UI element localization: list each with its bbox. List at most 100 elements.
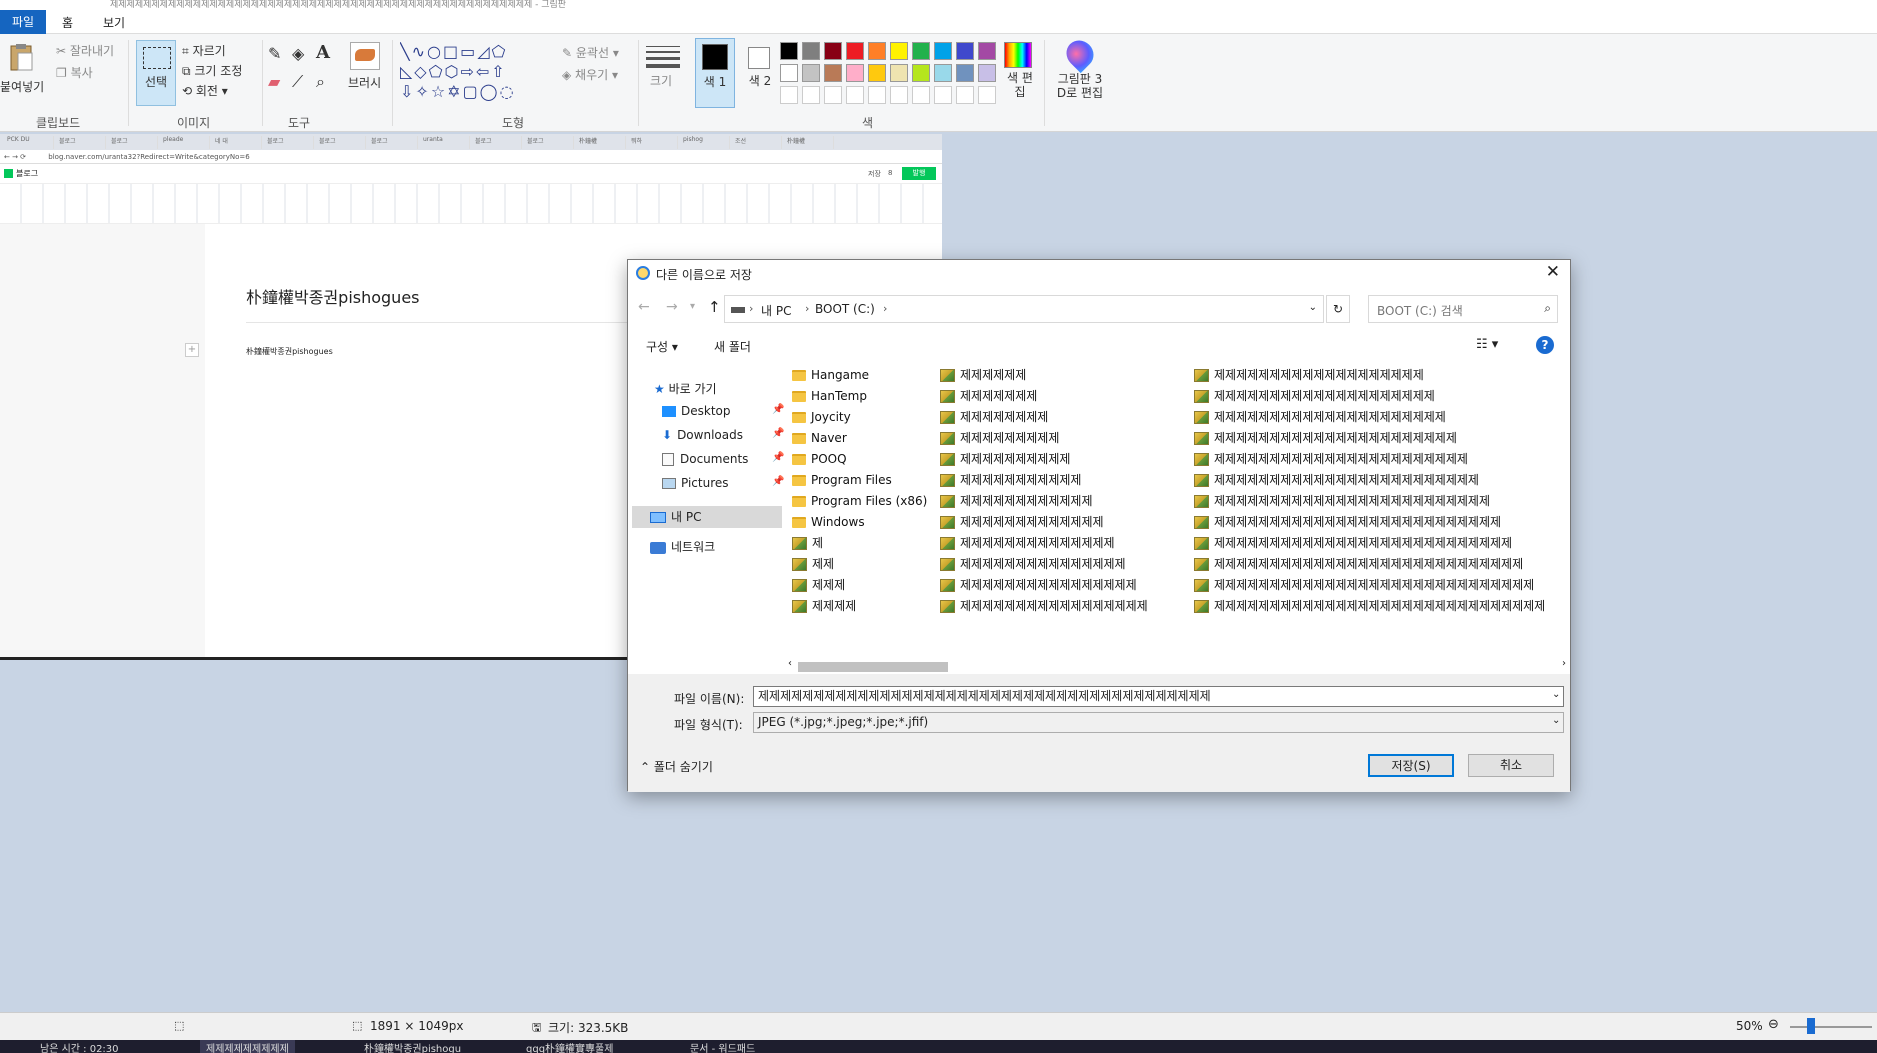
custom-color-swatch[interactable] bbox=[978, 86, 996, 104]
crop-button[interactable]: ⌗ 자르기 bbox=[182, 42, 226, 59]
color-swatch[interactable] bbox=[868, 42, 886, 60]
zoom-out-icon[interactable]: ⊖ bbox=[1768, 1017, 1779, 1032]
color-swatch[interactable] bbox=[780, 64, 798, 82]
nav-downloads[interactable]: ⬇ Downloads 📌 bbox=[662, 428, 784, 442]
taskbar-item-browser[interactable]: 朴鐘權박종권pishogu bbox=[364, 1040, 461, 1053]
filetype-dropdown-icon[interactable]: ⌄ bbox=[1552, 715, 1560, 726]
outline-button[interactable]: ✎ 윤곽선 ▾ bbox=[562, 44, 619, 61]
taskbar-item-wordpad[interactable]: 문서 - 워드패드 bbox=[690, 1040, 755, 1053]
color-swatch[interactable] bbox=[956, 64, 974, 82]
paste-button[interactable] bbox=[6, 42, 36, 75]
folder-item[interactable]: Windows bbox=[792, 513, 865, 531]
menu-file[interactable]: 파일 bbox=[0, 10, 46, 34]
image-file-item[interactable]: 제제제제제제제제제제제제제제제 bbox=[940, 555, 1126, 573]
custom-color-swatch[interactable] bbox=[912, 86, 930, 104]
color-swatch[interactable] bbox=[978, 64, 996, 82]
color-swatch[interactable] bbox=[912, 42, 930, 60]
image-file-item[interactable]: 제제 bbox=[792, 555, 834, 573]
eraser-icon[interactable]: ▰ bbox=[268, 72, 280, 91]
scroll-right-icon[interactable]: › bbox=[1562, 658, 1566, 669]
copy-button[interactable]: ❐ 복사 bbox=[56, 64, 93, 81]
taskbar-item-timer[interactable]: 남은 시간 : 02:30 bbox=[40, 1040, 119, 1053]
filetype-select[interactable]: JPEG (*.jpg;*.jpeg;*.jpe;*.jfif) bbox=[753, 712, 1564, 733]
color-swatch[interactable] bbox=[868, 64, 886, 82]
image-file-item[interactable]: 제제제제제제제제제제제 bbox=[940, 471, 1081, 489]
color1-button[interactable]: 색 1 bbox=[695, 38, 735, 108]
filename-input[interactable]: 제제제제제제제제제제제제제제제제제제제제제제제제제제제제제제제제제제제제제제제제… bbox=[753, 686, 1564, 707]
view-options-icon[interactable]: ☷ ▾ bbox=[1476, 337, 1498, 352]
edit-colors-button[interactable]: 색 편집 bbox=[1004, 42, 1036, 99]
color-swatch[interactable] bbox=[824, 64, 842, 82]
image-file-item[interactable]: 제제제제제제제제제제제제제제제제제제제제제제 bbox=[1194, 429, 1457, 447]
image-file-item[interactable]: 제제제제제제제제제제제제제제제제 bbox=[940, 576, 1137, 594]
taskbar-item-paint[interactable]: 제제제제제제제제제 bbox=[200, 1040, 295, 1053]
folder-item[interactable]: Hangame bbox=[792, 366, 869, 384]
custom-color-swatch[interactable] bbox=[868, 86, 886, 104]
folder-item[interactable]: Program Files (x86) bbox=[792, 492, 927, 510]
search-box[interactable]: BOOT (C:) 검색 ⌕ bbox=[1368, 295, 1558, 323]
image-file-item[interactable]: 제 bbox=[792, 534, 823, 552]
color-swatch[interactable] bbox=[802, 42, 820, 60]
folder-item[interactable]: Joycity bbox=[792, 408, 851, 426]
image-file-item[interactable]: 제제제 bbox=[792, 576, 845, 594]
image-file-item[interactable]: 제제제제 bbox=[792, 597, 856, 614]
folder-item[interactable]: Naver bbox=[792, 429, 847, 447]
image-file-item[interactable]: 제제제제제제제제제제제제제제제제제제제제제제제제제제제 bbox=[1194, 534, 1512, 552]
image-file-item[interactable]: 제제제제제제 bbox=[940, 366, 1026, 384]
horizontal-scrollbar[interactable]: ‹ › bbox=[788, 658, 1566, 674]
fill-button[interactable]: ◈ 채우기 ▾ bbox=[562, 66, 618, 83]
image-file-item[interactable]: 제제제제제제제제제 bbox=[940, 429, 1059, 447]
scroll-thumb[interactable] bbox=[798, 662, 948, 672]
brushes-button[interactable]: 브러시 bbox=[348, 42, 381, 91]
color-picker-icon[interactable]: ⟋ bbox=[292, 72, 303, 92]
forward-arrow-icon[interactable]: → bbox=[666, 299, 678, 315]
nav-pictures[interactable]: Pictures 📌 bbox=[662, 476, 784, 490]
image-file-item[interactable]: 제제제제제제제제제제제제제제제제제제제제제제제제제제제제 bbox=[1194, 555, 1523, 573]
shapes-gallery[interactable]: ╲∿○□▭◿⬠ ◺◇⬠⬡⇨⇦⇧ ⇩✧☆✡▢◯◌ bbox=[400, 42, 550, 104]
color-swatch[interactable] bbox=[890, 64, 908, 82]
folder-item[interactable]: Program Files bbox=[792, 471, 892, 489]
recent-dropdown-icon[interactable]: ▾ bbox=[690, 301, 695, 312]
fill-bucket-icon[interactable]: ◈ bbox=[292, 44, 304, 63]
menu-view[interactable]: 보기 bbox=[103, 14, 125, 31]
hide-folders-button[interactable]: ⌃ 폴더 숨기기 bbox=[640, 758, 713, 775]
custom-color-swatch[interactable] bbox=[846, 86, 864, 104]
nav-quick-access[interactable]: ★ 바로 가기 bbox=[654, 380, 717, 397]
image-file-item[interactable]: 제제제제제제제제제제제제제제제제제제제제제제제제제제 bbox=[1194, 513, 1501, 531]
custom-color-swatch[interactable] bbox=[780, 86, 798, 104]
save-button[interactable]: 저장(S) bbox=[1368, 754, 1454, 777]
filename-dropdown-icon[interactable]: ⌄ bbox=[1552, 689, 1560, 700]
image-file-item[interactable]: 제제제제제제제제제제제제제제제제제제제제제 bbox=[1194, 408, 1446, 426]
image-file-item[interactable]: 제제제제제제제제제제제제제제제제제제제제 bbox=[1194, 387, 1435, 405]
paint3d-button[interactable]: 그림판 3 D로 편집 bbox=[1052, 34, 1108, 100]
image-file-item[interactable]: 제제제제제제제제제제제제제제제제제제제 bbox=[1194, 366, 1424, 384]
image-file-item[interactable]: 제제제제제제제제제제제제제제제제제제제제제제제제 bbox=[1194, 471, 1479, 489]
back-arrow-icon[interactable]: ← bbox=[638, 299, 650, 315]
breadcrumb-this-pc[interactable]: 내 PC bbox=[761, 302, 791, 319]
nav-documents[interactable]: Documents 📌 bbox=[662, 452, 784, 466]
color-swatch[interactable] bbox=[912, 64, 930, 82]
cancel-button[interactable]: 취소 bbox=[1468, 754, 1554, 777]
image-file-item[interactable]: 제제제제제제제제 bbox=[940, 408, 1048, 426]
custom-color-swatch[interactable] bbox=[934, 86, 952, 104]
color-swatch[interactable] bbox=[824, 42, 842, 60]
nav-this-pc[interactable]: 내 PC bbox=[632, 506, 782, 528]
folder-item[interactable]: HanTemp bbox=[792, 387, 867, 405]
color-swatch[interactable] bbox=[934, 64, 952, 82]
help-icon[interactable]: ? bbox=[1536, 336, 1554, 354]
taskbar-item-window[interactable]: qqq朴鐘權實專풀제 bbox=[526, 1040, 613, 1053]
image-file-item[interactable]: 제제제제제제제제제제제제제제제제제제제제제제제제제제제제제 bbox=[1194, 576, 1534, 594]
text-icon[interactable]: A bbox=[316, 42, 330, 63]
image-file-item[interactable]: 제제제제제제제제제제제제제제 bbox=[940, 534, 1115, 552]
color-swatch[interactable] bbox=[846, 42, 864, 60]
refresh-icon[interactable]: ↻ bbox=[1326, 295, 1350, 323]
address-bar[interactable]: › 내 PC › BOOT (C:) › ⌄ bbox=[724, 295, 1324, 323]
custom-color-swatch[interactable] bbox=[824, 86, 842, 104]
custom-color-swatch[interactable] bbox=[890, 86, 908, 104]
color-swatch[interactable] bbox=[978, 42, 996, 60]
resize-button[interactable]: ⧉ 크기 조정 bbox=[182, 62, 242, 79]
zoom-slider-track[interactable] bbox=[1790, 1026, 1872, 1028]
breadcrumb-drive[interactable]: BOOT (C:) bbox=[815, 302, 875, 316]
cut-button[interactable]: ✂ 잘라내기 bbox=[56, 42, 114, 59]
nav-network[interactable]: 네트워크 bbox=[650, 538, 715, 555]
